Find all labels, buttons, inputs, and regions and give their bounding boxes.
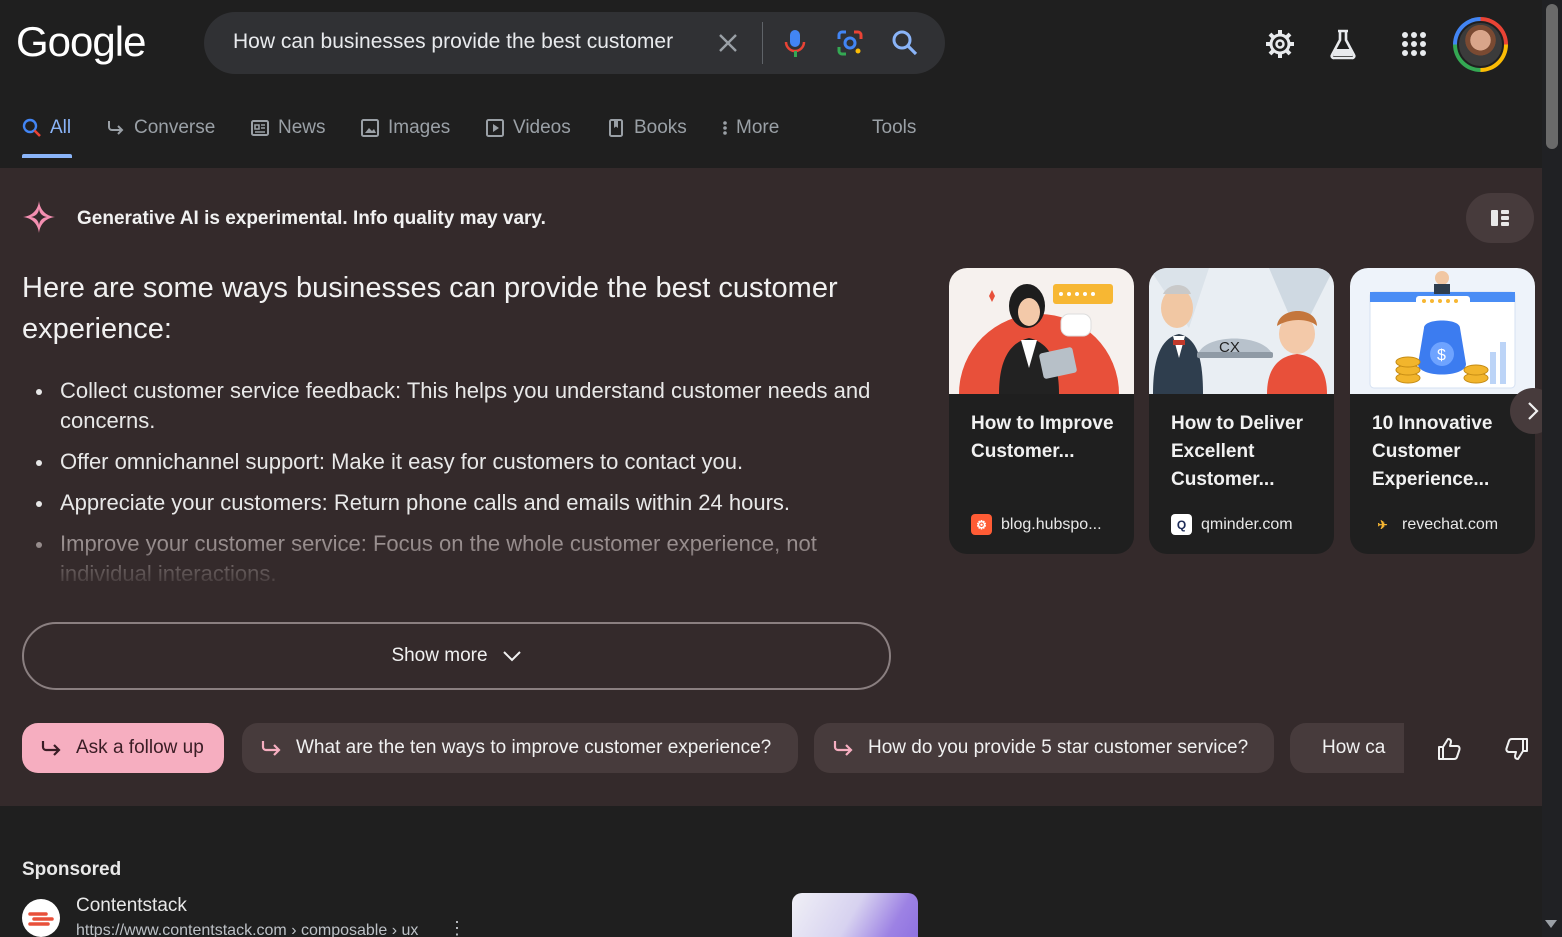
ai-disclaimer: Generative AI is experimental. Info qual… xyxy=(77,208,546,229)
suggestion-label: What are the ten ways to improve custome… xyxy=(296,737,772,758)
list-item: Collect customer service feedback: This … xyxy=(36,376,890,436)
follow-up-icon xyxy=(833,741,853,756)
tab-more[interactable]: More xyxy=(720,108,779,148)
card-thumbnail: CX xyxy=(1149,268,1334,394)
ai-overview: Generative AI is experimental. Info qual… xyxy=(0,168,1556,806)
card-source: ⚙ blog.hubspo... xyxy=(971,514,1121,535)
svg-text:CX: CX xyxy=(1219,339,1240,356)
ask-follow-up-button[interactable]: Ask a follow up xyxy=(22,723,224,773)
tab-images[interactable]: Images xyxy=(360,108,450,148)
ad-url[interactable]: https://www.contentstack.com › composabl… xyxy=(76,922,418,937)
more-vert-icon[interactable]: ⋮ xyxy=(448,918,466,937)
contentstack-logo[interactable] xyxy=(22,899,60,937)
chevron-right-icon xyxy=(1528,402,1539,420)
search-icon[interactable] xyxy=(889,27,921,59)
tab-label: Images xyxy=(388,117,451,138)
revechat-icon: ✈ xyxy=(1377,517,1388,532)
avatar[interactable] xyxy=(1453,17,1508,72)
tab-label: All xyxy=(50,117,72,138)
header: Google How can businesses provide the be… xyxy=(0,0,1542,168)
news-icon xyxy=(251,120,269,136)
svg-text:$: $ xyxy=(1437,347,1446,364)
tab-label: Videos xyxy=(513,117,571,138)
card-source-name: revechat.com xyxy=(1402,515,1499,533)
follow-up-icon xyxy=(108,121,124,135)
suggestion-chip[interactable]: How ca xyxy=(1290,723,1404,773)
ad-advertiser-name[interactable]: Contentstack xyxy=(76,895,187,917)
tab-all[interactable]: All xyxy=(22,108,71,148)
follow-up-icon xyxy=(261,741,281,756)
layout-toggle-button[interactable] xyxy=(1466,193,1534,243)
tab-label: News xyxy=(278,117,326,138)
card-source: Q qminder.com xyxy=(1171,514,1321,535)
mic-icon[interactable] xyxy=(779,27,811,59)
tab-label: Tools xyxy=(872,117,917,138)
card-source-name: blog.hubspo... xyxy=(1001,515,1102,533)
scroll-down-arrow-icon[interactable] xyxy=(1545,920,1557,928)
search-input[interactable]: How can businesses provide the best cust… xyxy=(233,30,703,54)
suggestion-label: How ca xyxy=(1322,737,1386,758)
source-card-qminder[interactable]: CX How to Deliver Excellent Customer... … xyxy=(1149,268,1334,554)
chevron-down-icon xyxy=(502,651,521,662)
close-icon[interactable] xyxy=(712,27,744,59)
tab-converse[interactable]: Converse xyxy=(106,108,215,148)
tab-label: Books xyxy=(634,117,687,138)
card-thumbnail: $ xyxy=(1350,268,1535,394)
suggestion-chip[interactable]: What are the ten ways to improve custome… xyxy=(242,723,798,773)
apps-icon[interactable] xyxy=(1396,26,1432,62)
search-icon xyxy=(22,118,41,137)
card-title: 10 Innovative Customer Experience... xyxy=(1372,413,1493,490)
suggestion-label: How do you provide 5 star customer servi… xyxy=(868,737,1249,758)
scrollbar-thumb[interactable] xyxy=(1546,4,1558,149)
labs-icon[interactable] xyxy=(1325,26,1361,62)
qminder-icon: Q xyxy=(1171,514,1192,535)
source-card-revechat[interactable]: $ 10 Innovative Customer Experience... ✈… xyxy=(1350,268,1535,554)
hubspot-icon: ⚙ xyxy=(971,514,992,535)
thumbs-down-icon[interactable] xyxy=(1501,733,1533,765)
show-more-label: Show more xyxy=(391,645,488,666)
ad-thumbnail[interactable] xyxy=(792,893,918,937)
ask-follow-up-label: Ask a follow up xyxy=(76,737,204,758)
list-item: Offer omnichannel support: Make it easy … xyxy=(36,447,890,477)
tab-news[interactable]: News xyxy=(250,108,326,148)
sparkle-icon xyxy=(23,201,55,233)
layout-icon xyxy=(1491,210,1509,226)
more-vert-icon xyxy=(723,121,727,135)
thumbs-up-icon[interactable] xyxy=(1433,733,1465,765)
avatar-photo xyxy=(1457,21,1504,68)
ai-heading: Here are some ways businesses can provid… xyxy=(22,272,838,345)
tab-tools[interactable]: Tools xyxy=(872,108,916,148)
sponsored-label: Sponsored xyxy=(22,859,122,880)
fade-overlay xyxy=(0,543,900,588)
list-item: Appreciate your customers: Return phone … xyxy=(36,488,890,518)
card-source: ✈ revechat.com xyxy=(1372,514,1522,535)
card-thumbnail xyxy=(949,268,1134,394)
image-icon xyxy=(361,119,379,137)
follow-up-icon xyxy=(41,741,61,756)
tab-label: Converse xyxy=(134,117,216,138)
card-title: How to Deliver Excellent Customer... xyxy=(1171,413,1303,490)
card-source-name: qminder.com xyxy=(1201,515,1293,533)
suggestion-chip[interactable]: How do you provide 5 star customer servi… xyxy=(814,723,1274,773)
search-box[interactable]: How can businesses provide the best cust… xyxy=(204,12,945,74)
show-more-button[interactable]: Show more xyxy=(22,622,891,690)
google-logo[interactable]: Google xyxy=(16,18,146,66)
search-divider xyxy=(762,22,763,64)
video-icon xyxy=(486,119,504,137)
tab-books[interactable]: Books xyxy=(606,108,687,148)
book-icon xyxy=(609,119,623,137)
lens-icon[interactable] xyxy=(834,27,866,59)
tab-label: More xyxy=(736,117,780,138)
tab-videos[interactable]: Videos xyxy=(485,108,571,148)
card-title: How to Improve Customer... xyxy=(971,413,1114,462)
gear-icon[interactable] xyxy=(1262,26,1298,62)
active-tab-indicator xyxy=(22,154,72,158)
source-card-hubspot[interactable]: How to Improve Customer... ⚙ blog.hubspo… xyxy=(949,268,1134,554)
